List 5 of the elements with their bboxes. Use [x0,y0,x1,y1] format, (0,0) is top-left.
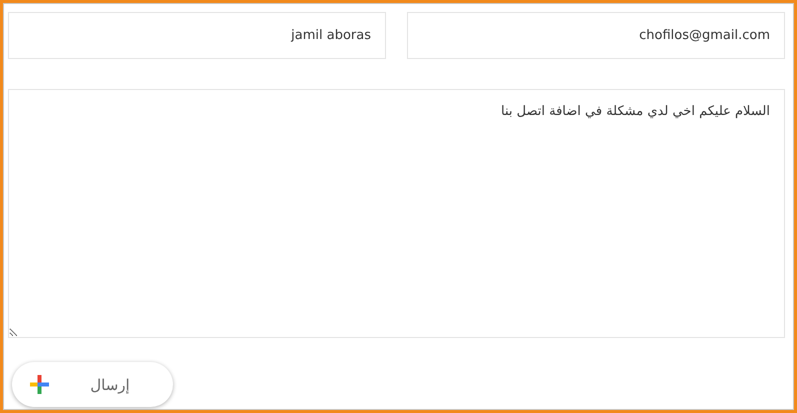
name-field[interactable]: jamil aboras [8,12,386,59]
send-button[interactable]: إرسال [12,362,173,407]
message-field[interactable]: السلام عليكم اخي لدي مشكلة في اضافة اتصل بنا [8,89,785,338]
plus-icon [30,375,49,394]
email-field[interactable]: chofilos@gmail.com [407,12,785,59]
